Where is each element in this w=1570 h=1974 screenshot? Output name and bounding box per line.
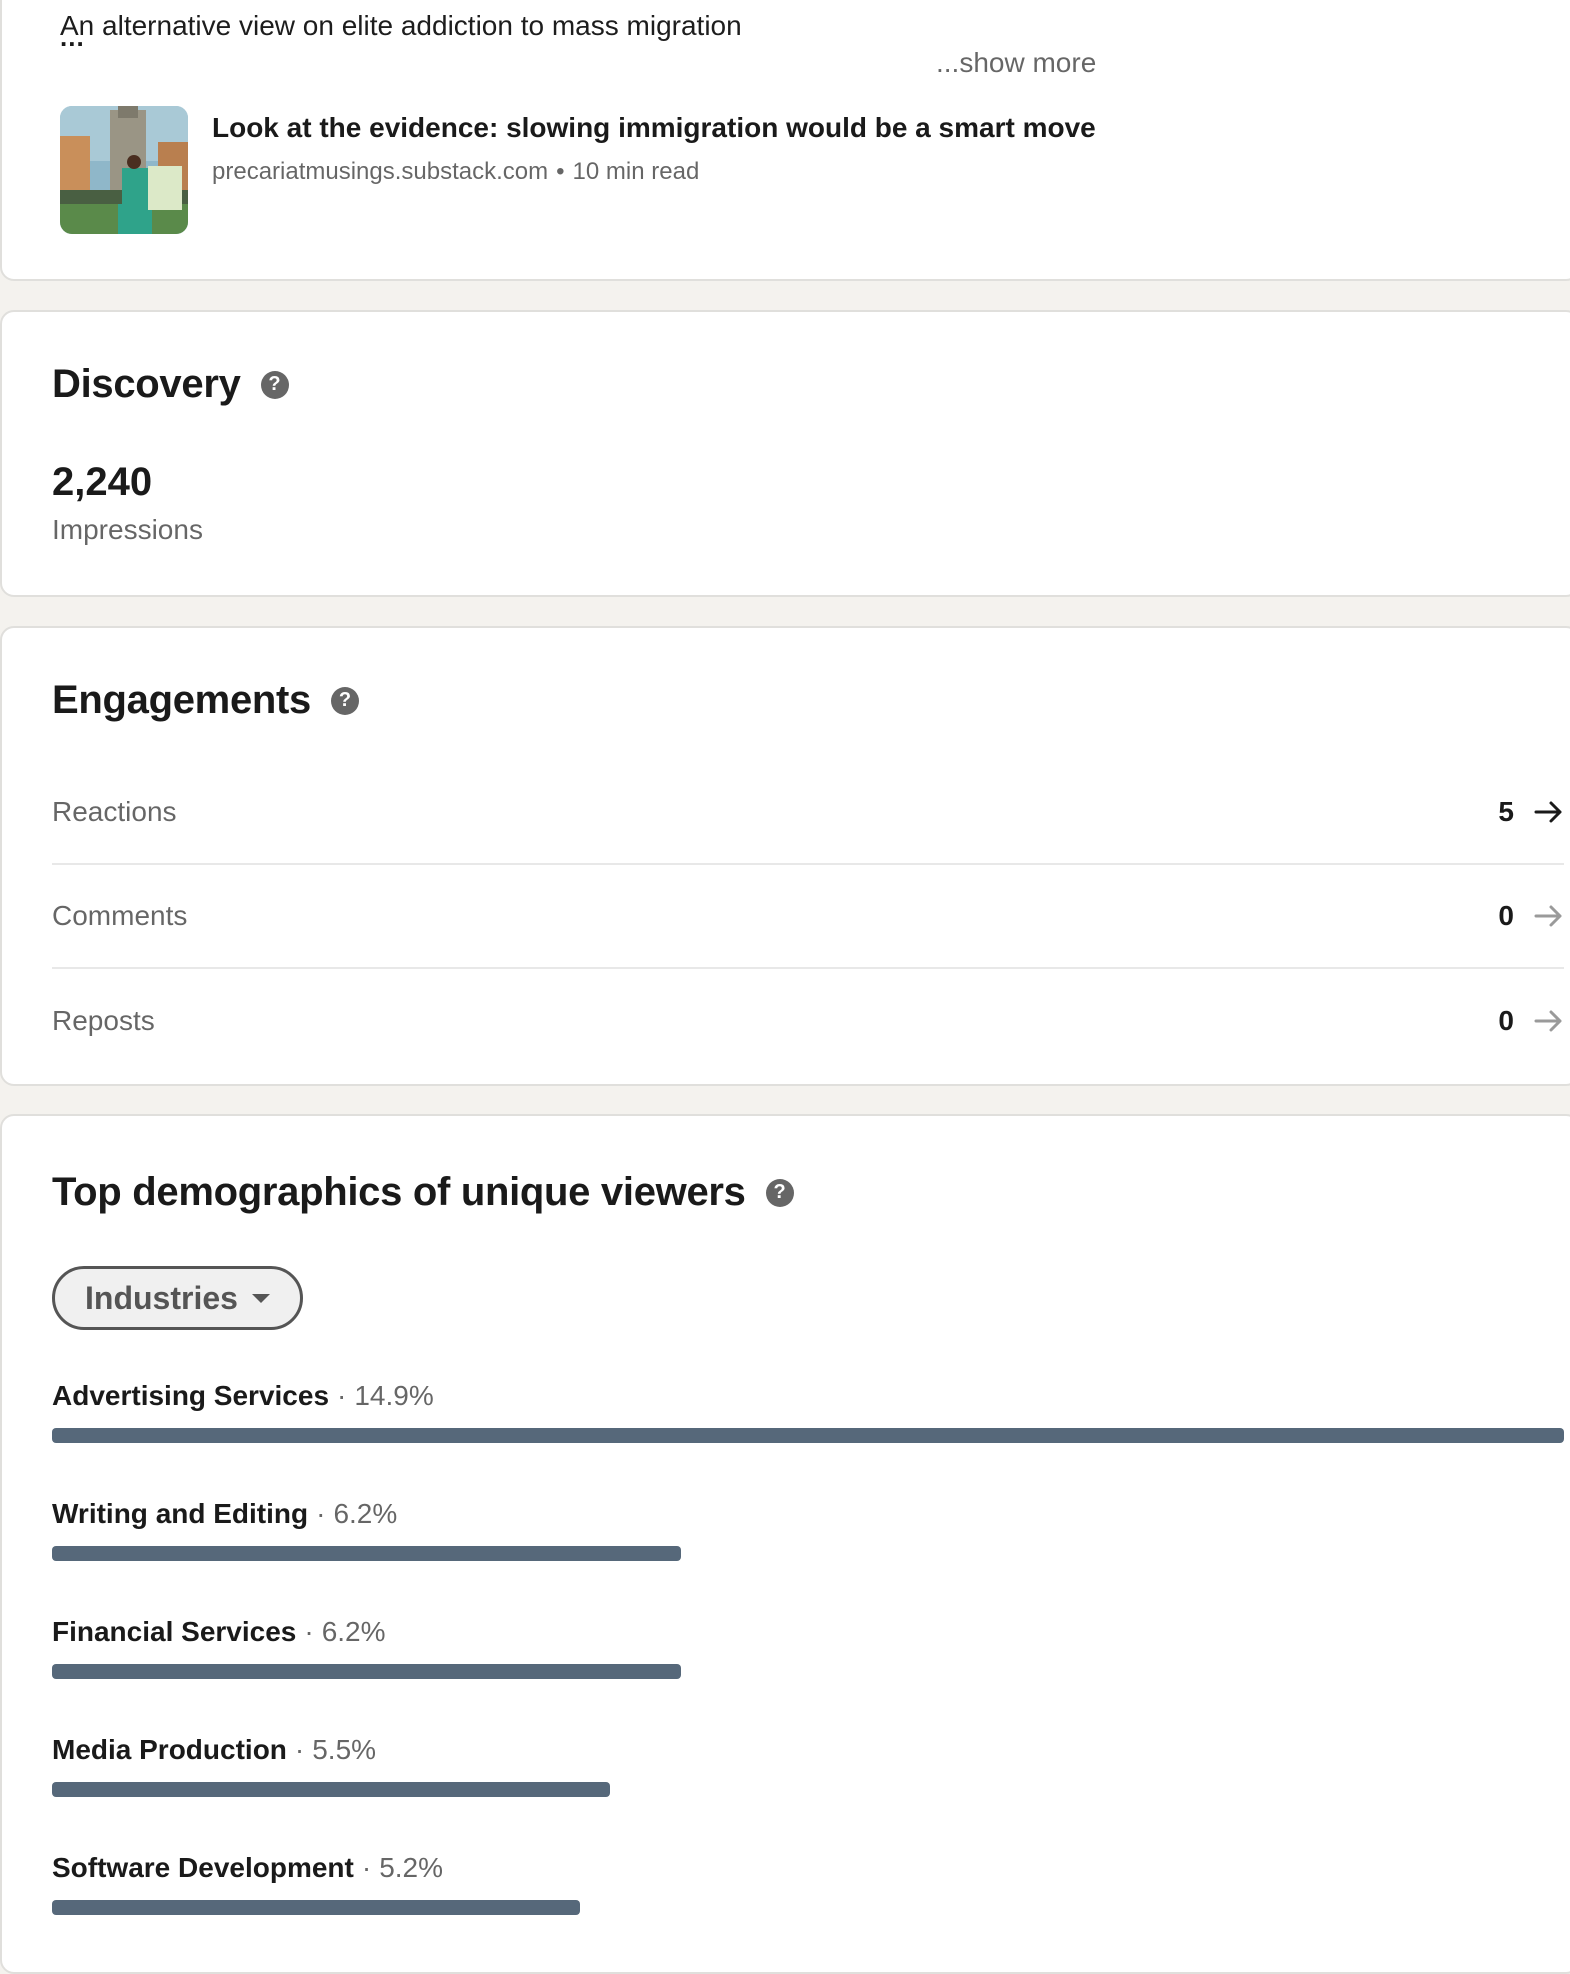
comments-label: Comments [52,900,188,931]
article-separator: • [556,158,565,185]
demographic-name: Media Production [52,1734,287,1765]
demographic-bar [52,1900,580,1915]
demographic-name: Financial Services [52,1616,297,1647]
demographics-title: Top demographics of unique viewers [52,1170,746,1214]
impressions-label: Impressions [52,514,203,545]
demographic-item: Writing and Editing · 6.2% [52,1498,1564,1561]
comments-row[interactable]: Comments 0 [52,865,1564,969]
demographic-bar-track [52,1900,1564,1915]
demographic-bar [52,1546,682,1561]
discovery-heading: Discovery ? [52,362,289,407]
demographic-separator: · [361,1852,372,1883]
reactions-value: 5 [1498,796,1514,827]
reposts-value: 0 [1498,1005,1514,1036]
article-thumbnail[interactable] [60,106,188,234]
demographic-item: Software Development · 5.2% [52,1852,1564,1915]
dropdown-label: Industries [85,1279,238,1316]
demographic-separator: · [316,1498,326,1529]
demographic-separator: · [304,1616,314,1647]
demographic-bar-track [52,1428,1564,1443]
post-ellipsis: ... [60,22,85,52]
reposts-row[interactable]: Reposts 0 [52,969,1564,1073]
engagements-heading: Engagements ? [52,678,359,723]
discovery-card: Discovery ? 2,240 Impressions [0,310,1570,597]
demographic-percent: 5.5% [312,1734,377,1765]
help-icon[interactable]: ? [260,370,289,399]
post-card: An alternative view on elite addiction t… [0,0,1570,281]
demographic-item: Advertising Services · 14.9% [52,1380,1564,1443]
reactions-label: Reactions [52,796,177,827]
article-subline: precariatmusings.substack.com • 10 min rea… [212,158,1096,186]
demographic-separator: · [294,1734,305,1765]
demographic-bar-track [52,1546,1564,1561]
impressions-value: 2,240 [52,460,153,504]
demographic-bar [52,1664,682,1679]
demographic-percent: 6.2% [321,1616,386,1647]
demographic-bar-track [52,1664,1564,1679]
demographic-name: Writing and Editing [52,1498,309,1529]
demographic-percent: 14.9% [354,1380,434,1411]
demographic-bar [52,1782,611,1797]
article-link[interactable]: Look at the evidence: slowing immigratio… [60,106,1096,234]
article-source: precariatmusings.substack.com [212,158,549,185]
comments-value: 0 [1498,900,1514,931]
reposts-label: Reposts [52,1005,155,1036]
help-icon[interactable]: ? [765,1178,794,1207]
arrow-right-icon[interactable] [1534,904,1564,928]
demographics-card: Top demographics of unique viewers ? Ind… [0,1114,1570,1974]
demographics-heading: Top demographics of unique viewers ? [52,1170,794,1215]
show-more-link[interactable]: ...show more [936,47,1096,79]
reactions-row[interactable]: Reactions 5 [52,761,1564,865]
arrow-right-icon[interactable] [1534,1009,1564,1033]
article-read-time: 10 min read [572,158,700,185]
demographic-percent: 6.2% [333,1498,398,1529]
demographic-item: Financial Services · 6.2% [52,1616,1564,1679]
discovery-title: Discovery [52,362,241,406]
demographic-name: Software Development [52,1852,354,1883]
demographic-percent: 5.2% [379,1852,444,1883]
engagements-card: Engagements ? Reactions 5 Comments 0 Rep… [0,626,1570,1086]
post-text: An alternative view on elite addiction t… [60,10,742,41]
industries-dropdown[interactable]: Industries [52,1266,303,1330]
demographic-bar [52,1428,1564,1443]
demographic-item: Media Production · 5.5% [52,1734,1564,1797]
help-icon[interactable]: ? [331,686,359,715]
engagements-title: Engagements [52,678,311,722]
demographic-bar-track [52,1782,1564,1797]
article-title[interactable]: Look at the evidence: slowing immigratio… [212,112,1096,144]
caret-down-icon [251,1293,270,1303]
demographic-name: Advertising Services [52,1380,330,1411]
demographic-separator: · [337,1380,347,1411]
arrow-right-icon[interactable] [1534,800,1564,824]
